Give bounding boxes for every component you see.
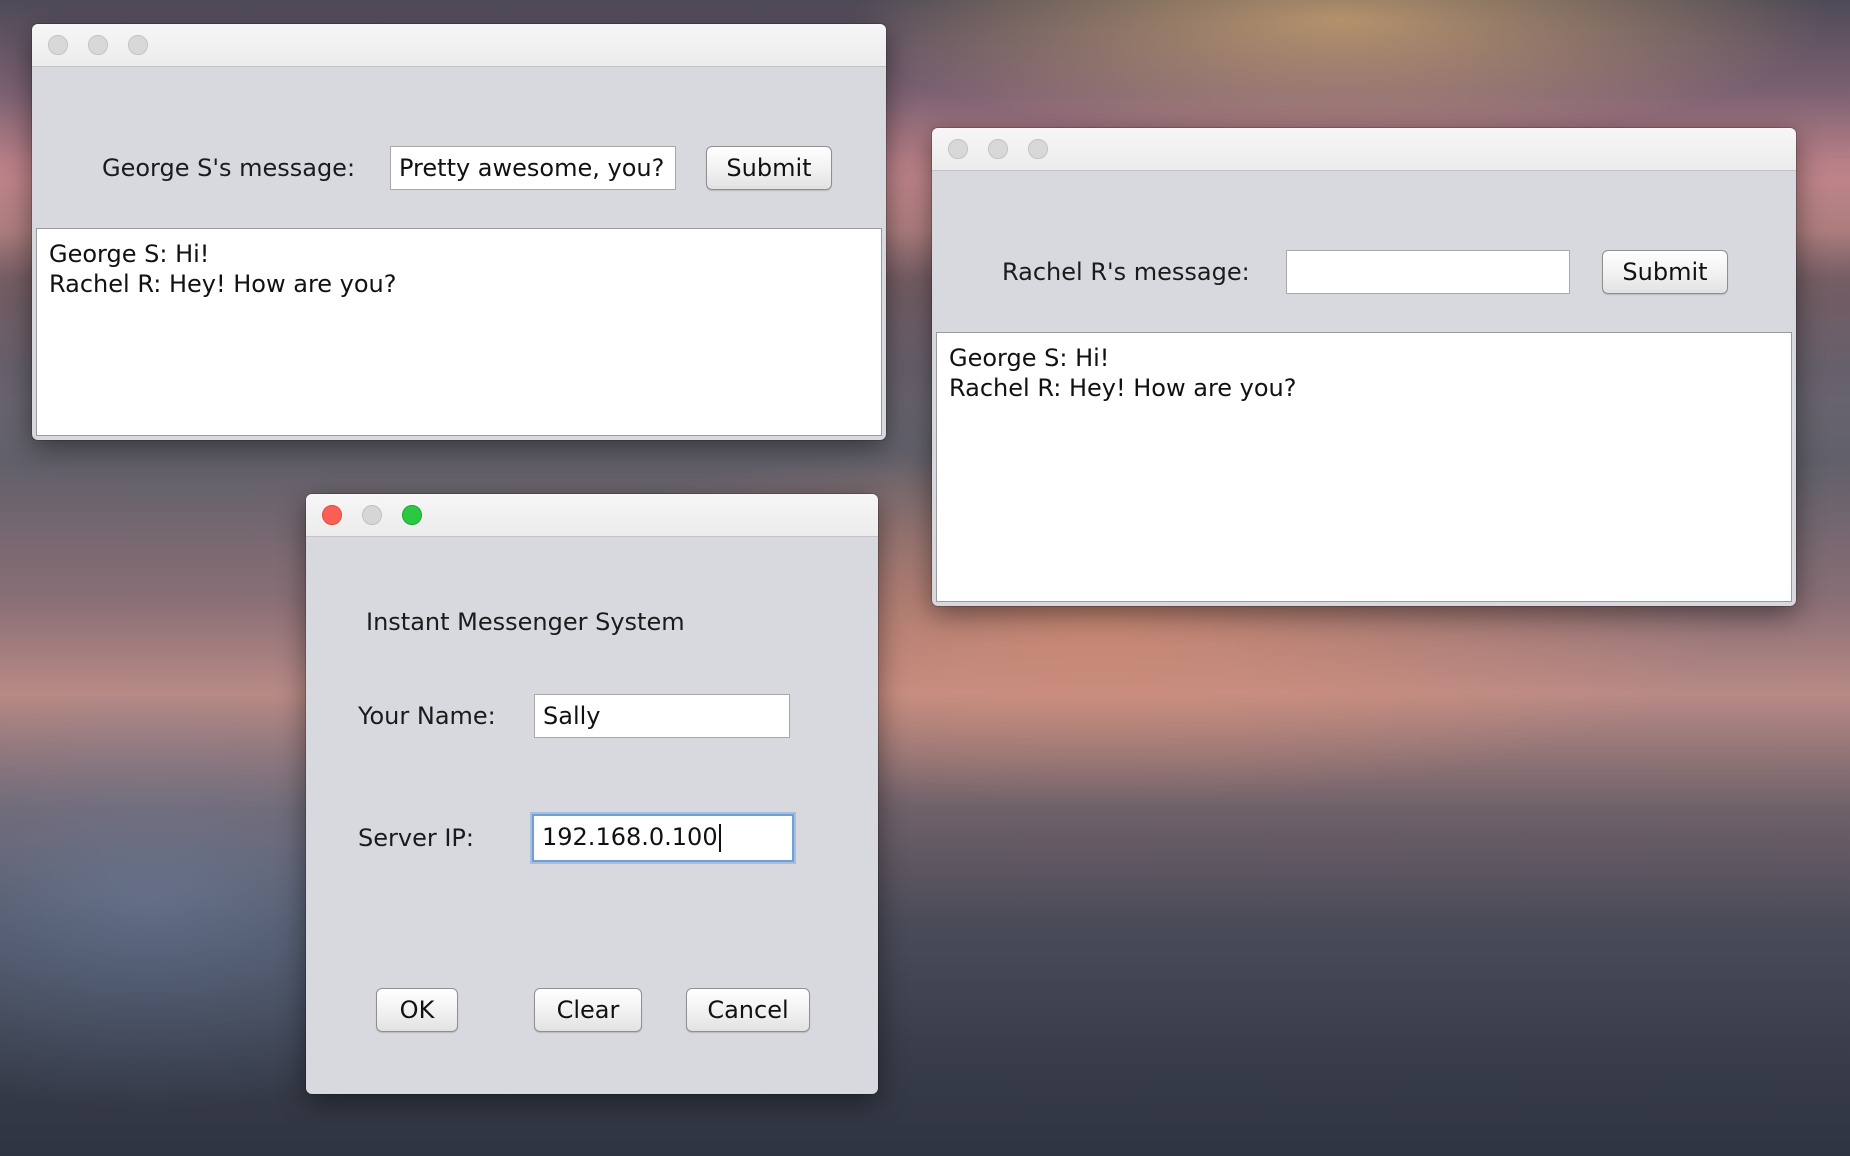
minimize-icon[interactable] — [362, 505, 382, 525]
server-ip-input[interactable]: 192.168.0.100 — [532, 814, 794, 862]
name-input[interactable]: Sally — [534, 694, 790, 738]
login-dialog: Instant Messenger System Your Name: Sall… — [306, 494, 878, 1094]
text-caret — [718, 824, 721, 852]
cancel-button[interactable]: Cancel — [686, 988, 810, 1032]
message-input[interactable]: Pretty awesome, you? — [390, 146, 676, 190]
window-titlebar[interactable] — [306, 494, 878, 537]
close-icon[interactable] — [948, 139, 968, 159]
submit-button[interactable]: Submit — [1602, 250, 1728, 294]
zoom-icon[interactable] — [128, 35, 148, 55]
submit-button[interactable]: Submit — [706, 146, 832, 190]
dialog-title: Instant Messenger System — [366, 608, 685, 636]
close-icon[interactable] — [48, 35, 68, 55]
chat-line: George S: Hi! — [49, 240, 210, 268]
minimize-icon[interactable] — [988, 139, 1008, 159]
ok-button[interactable]: OK — [376, 988, 458, 1032]
minimize-icon[interactable] — [88, 35, 108, 55]
rachel-chat-window: Rachel R's message: Submit George S: Hi!… — [932, 128, 1796, 606]
server-ip-label: Server IP: — [358, 824, 474, 852]
close-icon[interactable] — [322, 505, 342, 525]
george-chat-window: George S's message: Pretty awesome, you?… — [32, 24, 886, 440]
message-input[interactable] — [1286, 250, 1570, 294]
chat-history[interactable]: George S: Hi! Rachel R: Hey! How are you… — [936, 332, 1792, 602]
zoom-icon[interactable] — [402, 505, 422, 525]
message-label: George S's message: — [102, 154, 356, 182]
chat-history[interactable]: George S: Hi! Rachel R: Hey! How are you… — [36, 228, 882, 436]
window-titlebar[interactable] — [32, 24, 886, 67]
message-label: Rachel R's message: — [1002, 258, 1250, 286]
chat-line: Rachel R: Hey! How are you? — [49, 270, 397, 298]
chat-line: George S: Hi! — [949, 344, 1110, 372]
server-ip-value: 192.168.0.100 — [542, 823, 718, 851]
window-titlebar[interactable] — [932, 128, 1796, 171]
clear-button[interactable]: Clear — [534, 988, 642, 1032]
name-label: Your Name: — [358, 702, 496, 730]
zoom-icon[interactable] — [1028, 139, 1048, 159]
chat-line: Rachel R: Hey! How are you? — [949, 374, 1297, 402]
